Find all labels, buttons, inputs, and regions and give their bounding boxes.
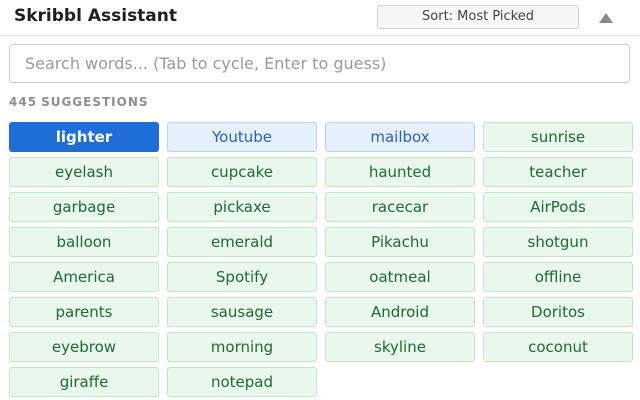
word-chip[interactable]: skyline <box>325 332 475 362</box>
word-chip[interactable]: AirPods <box>483 192 633 222</box>
panel-header: Skribbl Assistant Sort: Most Picked <box>0 0 640 36</box>
word-chip[interactable]: Android <box>325 297 475 327</box>
word-chip[interactable]: haunted <box>325 157 475 187</box>
triangle-up-icon <box>599 13 613 23</box>
word-chip[interactable]: Doritos <box>483 297 633 327</box>
word-chip[interactable]: giraffe <box>9 367 159 397</box>
word-chip[interactable]: eyebrow <box>9 332 159 362</box>
word-chip[interactable]: sausage <box>167 297 317 327</box>
word-chip[interactable]: balloon <box>9 227 159 257</box>
word-chip[interactable]: mailbox <box>325 122 475 152</box>
word-chip[interactable]: racecar <box>325 192 475 222</box>
word-chip[interactable]: lighter <box>9 122 159 152</box>
word-chip[interactable]: Youtube <box>167 122 317 152</box>
word-chip[interactable]: eyelash <box>9 157 159 187</box>
word-chip[interactable]: garbage <box>9 192 159 222</box>
skribbl-assistant-panel: Skribbl Assistant Sort: Most Picked 445S… <box>0 0 640 400</box>
word-chip[interactable]: oatmeal <box>325 262 475 292</box>
search-input[interactable] <box>9 44 630 83</box>
suggestion-count-label: SUGGESTIONS <box>41 95 149 109</box>
collapse-button[interactable] <box>594 8 618 28</box>
word-chip[interactable]: parents <box>9 297 159 327</box>
word-chip[interactable]: Spotify <box>167 262 317 292</box>
word-chip[interactable]: America <box>9 262 159 292</box>
sort-button[interactable]: Sort: Most Picked <box>377 5 579 29</box>
word-chip[interactable]: shotgun <box>483 227 633 257</box>
suggestion-count: 445 SUGGESTIONS <box>9 95 149 109</box>
panel-title: Skribbl Assistant <box>14 6 178 26</box>
word-chip[interactable]: sunrise <box>483 122 633 152</box>
word-chip[interactable]: coconut <box>483 332 633 362</box>
word-chip[interactable]: teacher <box>483 157 633 187</box>
suggestion-grid: lighter Youtube mailbox sunrise eyelash cupca… <box>9 122 633 397</box>
word-chip[interactable]: cupcake <box>167 157 317 187</box>
word-chip[interactable]: offline <box>483 262 633 292</box>
word-chip[interactable]: Pikachu <box>325 227 475 257</box>
word-chip[interactable]: emerald <box>167 227 317 257</box>
word-chip[interactable]: morning <box>167 332 317 362</box>
suggestion-count-number: 445 <box>9 95 38 109</box>
word-chip[interactable]: notepad <box>167 367 317 397</box>
word-chip[interactable]: pickaxe <box>167 192 317 222</box>
